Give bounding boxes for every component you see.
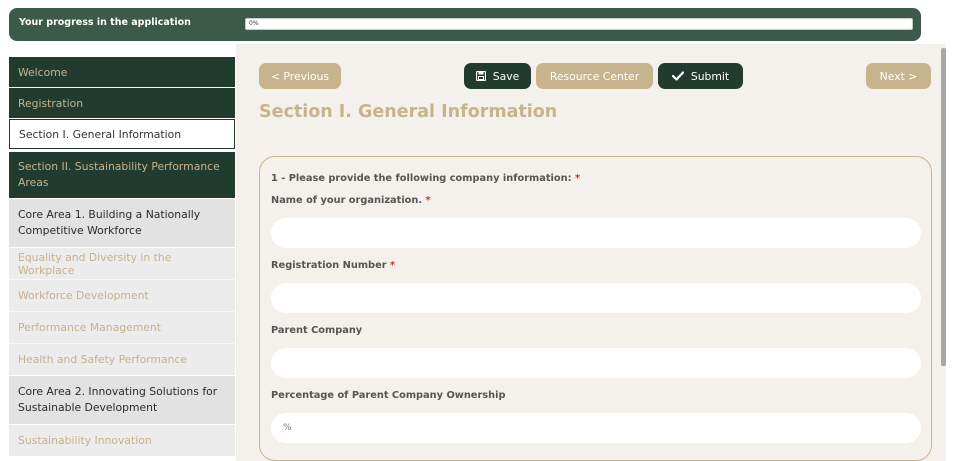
scrollbar[interactable] — [941, 48, 946, 366]
floppy-disk-icon — [475, 71, 486, 81]
field-label-parent-company: Parent Company — [271, 325, 362, 336]
sidebar-item-core-area-2[interactable]: Core Area 2. Innovating Solutions for Su… — [9, 376, 235, 424]
field-label-registration-number: Registration Number * — [271, 260, 395, 271]
progress-percent: 0% — [249, 20, 259, 27]
sidebar-item-label: Equality and Diversity in the Workplace — [18, 250, 172, 277]
sidebar-item-core-area-1[interactable]: Core Area 1. Building a Nationally Compe… — [9, 199, 235, 247]
progress-label: Your progress in the application — [19, 17, 191, 28]
field-label-text: Percentage of Parent Company Ownership — [271, 390, 506, 401]
sidebar-item-label: Section II. Sustainability Performance A… — [18, 160, 220, 189]
next-button-label: Next > — [879, 69, 918, 83]
save-button[interactable]: Save — [464, 63, 531, 89]
field-label-organization-name: Name of your organization. * — [271, 195, 431, 206]
sidebar-item-label: Workforce Development — [18, 289, 149, 302]
previous-button[interactable]: < Previous — [259, 63, 341, 89]
next-button[interactable]: Next > — [866, 63, 931, 89]
field-label-text: Registration Number — [271, 260, 387, 271]
sidebar-item-label: Performance Management — [18, 321, 161, 334]
previous-button-label: < Previous — [270, 69, 330, 83]
sidebar-item-equality-diversity[interactable]: Equality and Diversity in the Workplace — [9, 248, 235, 279]
organization-name-input[interactable] — [271, 218, 921, 248]
sidebar-item-sustainability-innovation[interactable]: Sustainability Innovation — [9, 425, 235, 456]
question-card: 1 - Please provide the following company… — [259, 156, 932, 461]
sidebar-item-welcome[interactable]: Welcome — [9, 57, 235, 87]
required-mark: * — [389, 260, 396, 271]
field-label-text: Name of your organization. — [271, 195, 423, 206]
sidebar-nav: Welcome Registration Section I. General … — [9, 57, 235, 461]
sidebar-item-label: Section I. General Information — [19, 127, 182, 141]
question-heading: 1 - Please provide the following company… — [271, 173, 580, 184]
sidebar-item-health-safety[interactable]: Health and Safety Performance — [9, 344, 235, 375]
ownership-percentage-input[interactable] — [271, 413, 921, 443]
question-heading-text: 1 - Please provide the following company… — [271, 173, 572, 184]
progress-header: Your progress in the application 0% — [9, 8, 921, 41]
sidebar-item-workforce-development[interactable]: Workforce Development — [9, 280, 235, 311]
resource-center-button[interactable]: Resource Center — [536, 63, 653, 89]
required-mark: * — [425, 195, 431, 206]
registration-number-input[interactable] — [271, 283, 921, 313]
sidebar-item-label: Core Area 1. Building a Nationally Compe… — [18, 208, 201, 237]
required-mark: * — [574, 173, 581, 184]
sidebar-item-label: Sustainability Innovation — [18, 434, 152, 447]
sidebar-item-section-2[interactable]: Section II. Sustainability Performance A… — [9, 152, 235, 198]
field-label-text: Parent Company — [271, 325, 363, 336]
checkmark-icon — [671, 71, 684, 81]
submit-button[interactable]: Submit — [658, 63, 743, 89]
parent-company-input[interactable] — [271, 348, 921, 378]
submit-button-label: Submit — [690, 69, 730, 83]
sidebar-item-label: Health and Safety Performance — [18, 353, 188, 366]
application-page: Your progress in the application 0% Welc… — [0, 0, 970, 461]
sidebar-item-label: Core Area 2. Innovating Solutions for Su… — [18, 385, 218, 414]
sidebar-item-section-1[interactable]: Section I. General Information — [9, 119, 235, 149]
sidebar-item-label: Registration — [18, 96, 84, 110]
save-button-label: Save — [492, 69, 520, 83]
field-label-ownership-percentage: Percentage of Parent Company Ownership — [271, 390, 505, 401]
sidebar-item-performance-management[interactable]: Performance Management — [9, 312, 235, 343]
section-title: Section I. General Information — [259, 102, 558, 122]
progress-track: 0% — [245, 18, 913, 30]
sidebar-item-registration[interactable]: Registration — [9, 88, 235, 118]
resource-center-label: Resource Center — [549, 69, 640, 83]
sidebar-item-label: Welcome — [18, 65, 68, 79]
